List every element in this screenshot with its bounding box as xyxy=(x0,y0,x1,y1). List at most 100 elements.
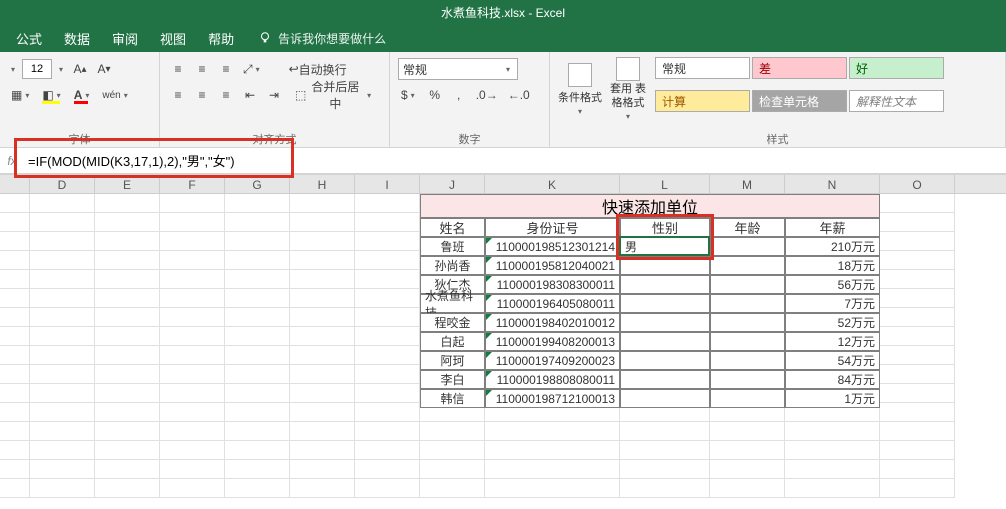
cell[interactable] xyxy=(880,251,955,270)
cell[interactable] xyxy=(420,460,485,479)
cell[interactable] xyxy=(880,346,955,365)
cell[interactable] xyxy=(620,479,710,498)
cell[interactable] xyxy=(160,194,225,213)
cell[interactable] xyxy=(225,213,290,232)
cell-styles-gallery[interactable]: 常规 差 好 计算 检查单元格 解释性文本 xyxy=(654,56,954,122)
cell[interactable] xyxy=(95,441,160,460)
table-id-4[interactable]: 110000198402010012 xyxy=(485,313,620,332)
cell[interactable] xyxy=(355,327,420,346)
cell[interactable] xyxy=(290,194,355,213)
cell[interactable] xyxy=(160,289,225,308)
cell[interactable] xyxy=(355,460,420,479)
align-top-button[interactable]: ≡ xyxy=(168,58,188,80)
cell[interactable] xyxy=(355,251,420,270)
wrap-text-button[interactable]: ↩ 自动换行 xyxy=(282,58,354,80)
increase-indent-button[interactable]: ⇥ xyxy=(264,84,284,106)
style-check[interactable]: 检查单元格 xyxy=(752,90,847,112)
cell[interactable] xyxy=(355,479,420,498)
decrease-decimal-button[interactable]: ←.0 xyxy=(505,84,533,106)
cell[interactable] xyxy=(30,384,95,403)
fill-color-button[interactable]: ◧ ▾ xyxy=(39,84,66,106)
cell[interactable] xyxy=(785,479,880,498)
cell[interactable] xyxy=(30,327,95,346)
cell[interactable] xyxy=(355,422,420,441)
cell[interactable] xyxy=(160,479,225,498)
cell[interactable] xyxy=(225,441,290,460)
cell[interactable] xyxy=(95,327,160,346)
table-gender-3[interactable] xyxy=(620,294,710,313)
table-id-6[interactable]: 110000197409200023 xyxy=(485,351,620,370)
cell[interactable] xyxy=(290,251,355,270)
cell[interactable] xyxy=(30,308,95,327)
cell[interactable] xyxy=(30,213,95,232)
cell[interactable] xyxy=(355,213,420,232)
colhdr-O[interactable]: O xyxy=(880,175,955,193)
cell[interactable] xyxy=(880,365,955,384)
align-middle-button[interactable]: ≡ xyxy=(192,58,212,80)
cell[interactable] xyxy=(710,479,785,498)
cell[interactable] xyxy=(420,441,485,460)
colhdr-H[interactable]: H xyxy=(290,175,355,193)
colhdr-M[interactable]: M xyxy=(710,175,785,193)
cell[interactable] xyxy=(290,441,355,460)
cell[interactable] xyxy=(95,479,160,498)
table-age-8[interactable] xyxy=(710,389,785,408)
table-header-1[interactable]: 身份证号 xyxy=(485,218,620,237)
cell[interactable] xyxy=(290,384,355,403)
cell[interactable] xyxy=(225,460,290,479)
cell[interactable] xyxy=(95,365,160,384)
cell[interactable] xyxy=(160,460,225,479)
colhdr-E[interactable]: E xyxy=(95,175,160,193)
tab-审阅[interactable]: 审阅 xyxy=(102,25,148,52)
cell[interactable] xyxy=(710,460,785,479)
cell[interactable] xyxy=(30,270,95,289)
cell[interactable] xyxy=(620,422,710,441)
cell[interactable] xyxy=(785,441,880,460)
cell[interactable] xyxy=(290,365,355,384)
increase-font-button[interactable]: A▴ xyxy=(70,58,90,80)
cell[interactable] xyxy=(225,384,290,403)
colhdr-K[interactable]: K xyxy=(485,175,620,193)
cell[interactable] xyxy=(880,270,955,289)
accounting-format-button[interactable]: $▾ xyxy=(398,84,421,106)
cell[interactable] xyxy=(880,384,955,403)
cell[interactable] xyxy=(95,232,160,251)
number-format-select[interactable]: 常规 ▾ xyxy=(398,58,518,80)
table-name-8[interactable]: 韩信 xyxy=(420,389,485,408)
cell[interactable] xyxy=(880,232,955,251)
cell[interactable] xyxy=(160,308,225,327)
cell[interactable] xyxy=(880,327,955,346)
tab-数据[interactable]: 数据 xyxy=(54,25,100,52)
cell[interactable] xyxy=(30,232,95,251)
table-id-5[interactable]: 110000199408200013 xyxy=(485,332,620,351)
cell[interactable] xyxy=(225,194,290,213)
font-color-button[interactable]: A ▾ xyxy=(71,84,96,106)
cell[interactable] xyxy=(485,479,620,498)
cell[interactable] xyxy=(290,346,355,365)
cell[interactable] xyxy=(95,270,160,289)
cell[interactable] xyxy=(95,384,160,403)
conditional-format-button[interactable]: 条件格式 ▾ xyxy=(558,56,602,122)
cell[interactable] xyxy=(355,346,420,365)
cell[interactable] xyxy=(95,289,160,308)
border-button[interactable]: ▦▾ xyxy=(8,84,35,106)
table-title[interactable]: 快速添加单位 xyxy=(420,194,880,218)
cell[interactable] xyxy=(30,479,95,498)
comma-format-button[interactable]: , xyxy=(449,84,469,106)
cell[interactable] xyxy=(160,270,225,289)
cell[interactable] xyxy=(880,479,955,498)
cell[interactable] xyxy=(160,441,225,460)
table-salary-7[interactable]: 84万元 xyxy=(785,370,880,389)
cell[interactable] xyxy=(30,194,95,213)
table-name-3[interactable]: 水煮鱼科技 xyxy=(420,294,485,313)
table-name-1[interactable]: 孙尚香 xyxy=(420,256,485,275)
style-explain[interactable]: 解释性文本 xyxy=(849,90,944,112)
cell[interactable] xyxy=(30,460,95,479)
font-size-dropdown-icon[interactable]: ▾ xyxy=(56,65,66,74)
cell[interactable] xyxy=(290,460,355,479)
decrease-font-button[interactable]: A▾ xyxy=(94,58,114,80)
table-name-4[interactable]: 程咬金 xyxy=(420,313,485,332)
cell[interactable] xyxy=(355,403,420,422)
table-header-3[interactable]: 年龄 xyxy=(710,218,785,237)
style-good[interactable]: 好 xyxy=(849,57,944,79)
